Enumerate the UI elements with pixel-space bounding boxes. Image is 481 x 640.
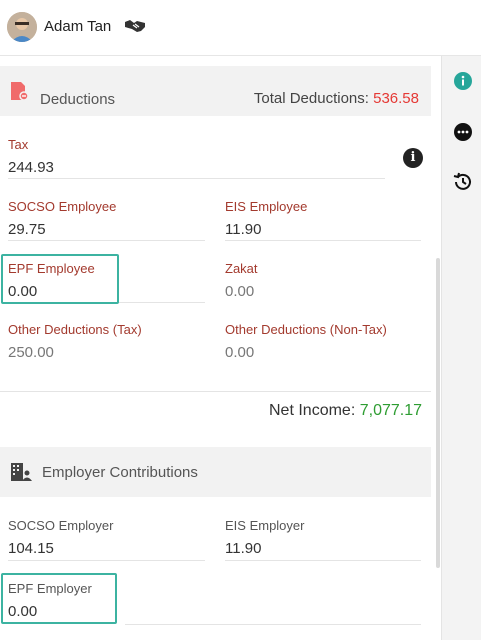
socso-employer-value[interactable]: 104.15 <box>8 540 113 558</box>
tax-underline <box>8 178 385 179</box>
deductions-title: Deductions <box>40 91 116 108</box>
zakat-label: Zakat <box>225 261 258 276</box>
eis-employee-underline <box>225 240 421 241</box>
scrollbar[interactable] <box>436 258 440 568</box>
other-deductions-tax-field[interactable]: Other Deductions (Tax) 250.00 <box>8 322 142 362</box>
net-income: Net Income: 7,077.17 <box>269 402 422 420</box>
socso-employee-value[interactable]: 29.75 <box>8 221 116 239</box>
info-icon[interactable] <box>452 70 474 92</box>
other-deductions-nontax-label: Other Deductions (Non-Tax) <box>225 322 387 337</box>
employer-contributions-title: Employer Contributions <box>42 464 198 481</box>
more-icon[interactable] <box>452 121 474 143</box>
eis-employer-label: EIS Employer <box>225 518 305 533</box>
right-rail <box>441 56 481 640</box>
other-deductions-tax-value[interactable]: 250.00 <box>8 344 142 362</box>
tax-label: Tax <box>8 137 29 152</box>
socso-employer-label: SOCSO Employer <box>8 518 114 533</box>
socso-employer-underline <box>8 560 205 561</box>
eis-employer-underline <box>225 560 421 561</box>
eis-employer-field[interactable]: EIS Employer 11.90 <box>225 518 304 558</box>
eis-employer-value[interactable]: 11.90 <box>225 540 304 558</box>
main-content[interactable]: Deductions Total Deductions: 536.58 Tax … <box>0 57 440 640</box>
eis-employee-label: EIS Employee <box>225 199 308 214</box>
socso-employee-field[interactable]: SOCSO Employee 29.75 <box>8 199 116 239</box>
socso-employer-field[interactable]: SOCSO Employer 104.15 <box>8 518 113 558</box>
receipt-minus-icon <box>10 81 29 106</box>
app-header: Adam Tan <box>0 0 481 56</box>
history-icon[interactable] <box>452 171 474 193</box>
deductions-divider <box>0 391 431 392</box>
user-name[interactable]: Adam Tan <box>44 18 111 35</box>
building-user-icon <box>10 462 32 487</box>
employer-contributions-header: Employer Contributions <box>0 447 431 497</box>
handshake-icon <box>124 18 146 39</box>
epf-employee-highlight <box>1 254 119 304</box>
total-deductions-label: Total Deductions: <box>253 90 369 107</box>
tax-value[interactable]: 244.93 <box>8 159 54 177</box>
tax-info-icon[interactable]: i <box>403 148 423 168</box>
deductions-header: Deductions Total Deductions: 536.58 <box>0 66 431 116</box>
socso-employee-label: SOCSO Employee <box>8 199 117 214</box>
avatar[interactable] <box>7 12 37 42</box>
net-income-value: 7,077.17 <box>359 402 422 419</box>
other-deductions-nontax-value[interactable]: 0.00 <box>225 344 387 362</box>
zakat-value[interactable]: 0.00 <box>225 283 258 301</box>
other-deductions-nontax-field[interactable]: Other Deductions (Non-Tax) 0.00 <box>225 322 387 362</box>
socso-employee-underline <box>8 240 205 241</box>
eis-employee-value[interactable]: 11.90 <box>225 221 307 239</box>
epf-employer-underline <box>125 624 421 625</box>
tax-field[interactable]: Tax 244.93 <box>8 137 54 177</box>
total-deductions: Total Deductions: 536.58 <box>254 90 419 107</box>
other-deductions-tax-label: Other Deductions (Tax) <box>8 322 142 337</box>
zakat-field[interactable]: Zakat 0.00 <box>225 261 258 301</box>
eis-employee-field[interactable]: EIS Employee 11.90 <box>225 199 307 239</box>
net-income-label: Net Income: <box>269 402 356 419</box>
total-deductions-value: 536.58 <box>373 90 419 107</box>
epf-employer-highlight <box>1 573 117 624</box>
